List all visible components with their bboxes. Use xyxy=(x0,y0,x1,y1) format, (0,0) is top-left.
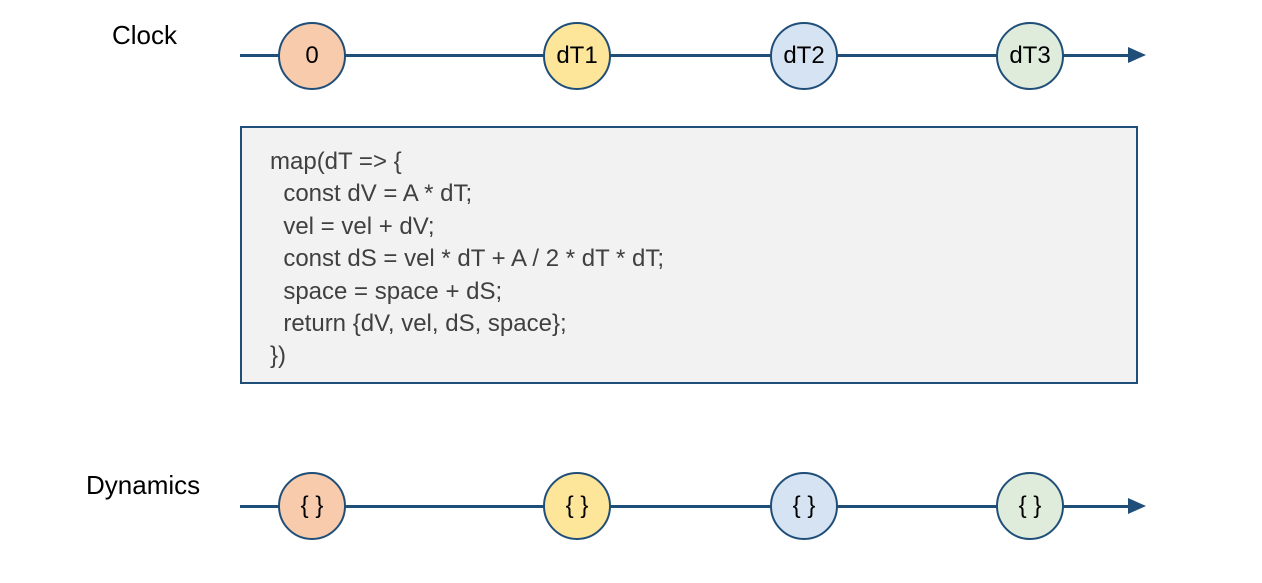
bottom-stream-arrowhead xyxy=(1128,498,1146,514)
operator-code-box: map(dT => { const dV = A * dT; vel = vel… xyxy=(240,126,1138,384)
top-marble-3: dT3 xyxy=(996,22,1064,90)
bottom-marble-1-text: { } xyxy=(566,492,589,520)
top-marble-2: dT2 xyxy=(770,22,838,90)
bottom-marble-1: { } xyxy=(543,472,611,540)
top-stream-arrowhead xyxy=(1128,47,1146,63)
bottom-marble-2-text: { } xyxy=(793,492,816,520)
bottom-marble-2: { } xyxy=(770,472,838,540)
top-marble-0-text: 0 xyxy=(305,42,318,70)
top-marble-3-text: dT3 xyxy=(1009,42,1050,70)
bottom-marble-0: { } xyxy=(278,472,346,540)
top-marble-0: 0 xyxy=(278,22,346,90)
bottom-stream-label: Dynamics xyxy=(86,470,200,501)
bottom-marble-3: { } xyxy=(996,472,1064,540)
top-marble-1: dT1 xyxy=(543,22,611,90)
top-stream-label: Clock xyxy=(112,20,177,51)
bottom-marble-3-text: { } xyxy=(1019,492,1042,520)
top-marble-1-text: dT1 xyxy=(556,42,597,70)
bottom-marble-0-text: { } xyxy=(301,492,324,520)
top-marble-2-text: dT2 xyxy=(783,42,824,70)
